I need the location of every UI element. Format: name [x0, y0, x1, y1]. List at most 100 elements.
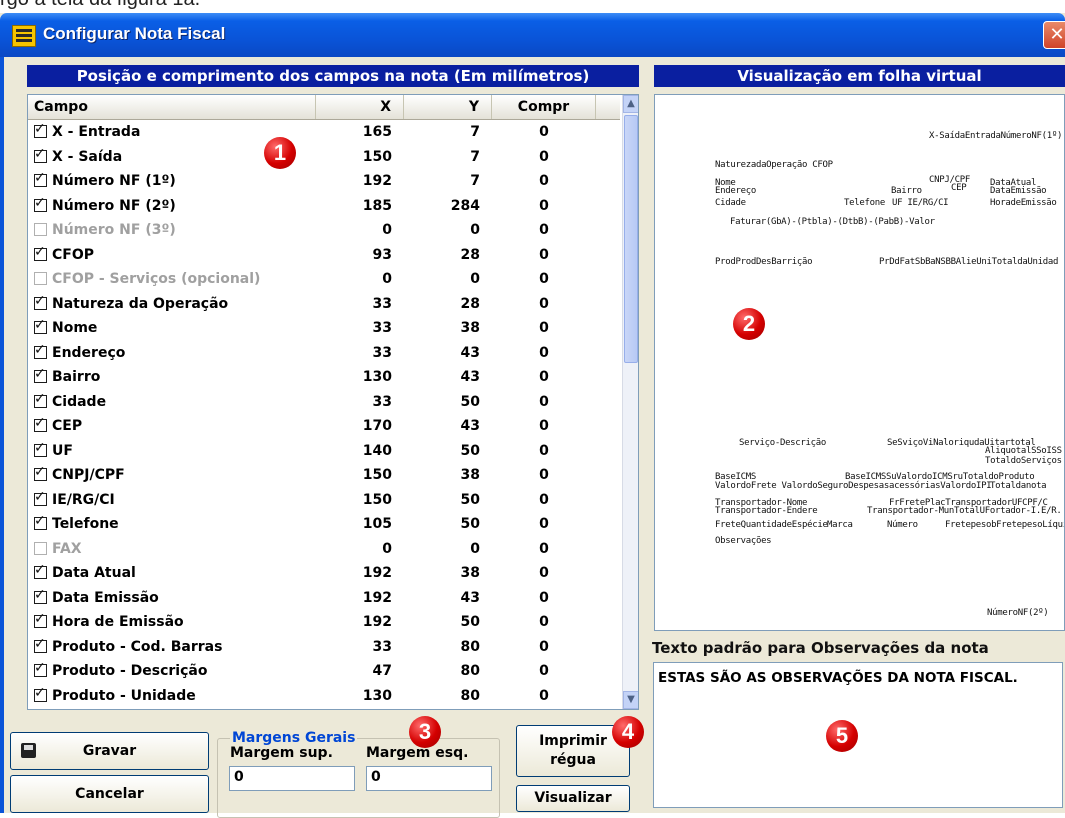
- row-x[interactable]: 150: [316, 488, 392, 512]
- row-compr[interactable]: 0: [492, 145, 596, 169]
- row-y[interactable]: 0: [404, 267, 480, 291]
- row-x[interactable]: 130: [316, 365, 392, 389]
- row-checkbox[interactable]: [34, 293, 47, 310]
- row-compr[interactable]: 0: [492, 414, 596, 438]
- table-row[interactable]: CFOP 93 28 0: [28, 243, 620, 267]
- row-y[interactable]: 43: [404, 365, 480, 389]
- margem-esq-input[interactable]: 0: [366, 766, 492, 791]
- row-x[interactable]: 192: [316, 610, 392, 634]
- row-compr[interactable]: 0: [492, 635, 596, 659]
- col-header-x[interactable]: X: [316, 95, 404, 119]
- row-checkbox[interactable]: [34, 636, 47, 653]
- row-checkbox[interactable]: [34, 541, 47, 555]
- row-x[interactable]: 192: [316, 561, 392, 585]
- row-x[interactable]: 33: [316, 341, 392, 365]
- row-checkbox[interactable]: [34, 513, 47, 530]
- cancelar-button[interactable]: Cancelar: [10, 775, 209, 813]
- row-compr[interactable]: 0: [492, 586, 596, 610]
- scroll-up-arrow-icon[interactable]: ▲: [623, 95, 638, 113]
- row-y[interactable]: 50: [404, 610, 480, 634]
- fields-grid[interactable]: Campo X Y Compr X - Entrada16570X - Saíd…: [27, 94, 639, 710]
- row-checkbox[interactable]: [34, 562, 47, 579]
- observacoes-textarea[interactable]: ESTAS SÃO AS OBSERVAÇÕES DA NOTA FISCAL.: [653, 662, 1063, 808]
- row-y[interactable]: 43: [404, 414, 480, 438]
- row-checkbox[interactable]: [34, 587, 47, 604]
- row-x[interactable]: 130: [316, 684, 392, 708]
- row-checkbox[interactable]: [34, 146, 47, 163]
- row-compr[interactable]: 0: [492, 365, 596, 389]
- row-checkbox[interactable]: [34, 685, 47, 702]
- row-x[interactable]: 0: [316, 537, 392, 561]
- table-row[interactable]: Bairro 130 43 0: [28, 365, 620, 389]
- row-checkbox[interactable]: [34, 223, 47, 236]
- table-row[interactable]: Número NF (3º) 0 0 0: [28, 218, 620, 242]
- row-y[interactable]: 28: [404, 292, 480, 316]
- row-x[interactable]: 0: [316, 267, 392, 291]
- row-compr[interactable]: 0: [492, 439, 596, 463]
- table-row[interactable]: Hora de Emissão 192 50 0: [28, 610, 620, 634]
- row-x[interactable]: 47: [316, 659, 392, 683]
- table-row[interactable]: Nome 33 38 0: [28, 316, 620, 340]
- table-row[interactable]: Número NF (2º) 185 284 0: [28, 194, 620, 218]
- row-x[interactable]: 33: [316, 390, 392, 414]
- scroll-down-arrow-icon[interactable]: ▼: [623, 691, 638, 709]
- row-compr[interactable]: 0: [492, 561, 596, 585]
- row-y[interactable]: 0: [404, 537, 480, 561]
- table-row[interactable]: UF 140 50 0: [28, 439, 620, 463]
- gravar-button[interactable]: Gravar: [10, 732, 209, 770]
- row-y[interactable]: 7: [404, 169, 480, 193]
- row-compr[interactable]: 0: [492, 610, 596, 634]
- table-row[interactable]: Endereço 33 43 0: [28, 341, 620, 365]
- table-row[interactable]: CNPJ/CPF 150 38 0: [28, 463, 620, 487]
- row-checkbox[interactable]: [34, 317, 47, 334]
- row-compr[interactable]: 0: [492, 194, 596, 218]
- row-y[interactable]: 38: [404, 316, 480, 340]
- row-checkbox[interactable]: [34, 611, 47, 628]
- row-compr[interactable]: 0: [492, 341, 596, 365]
- table-row[interactable]: CEP 170 43 0: [28, 414, 620, 438]
- table-row[interactable]: Data Emissão 192 43 0: [28, 586, 620, 610]
- row-checkbox[interactable]: [34, 195, 47, 212]
- grid-scrollbar[interactable]: ▲ ▼: [622, 95, 638, 709]
- row-compr[interactable]: 0: [492, 169, 596, 193]
- row-y[interactable]: 50: [404, 512, 480, 536]
- row-x[interactable]: 185: [316, 194, 392, 218]
- row-y[interactable]: 7: [404, 145, 480, 169]
- row-checkbox[interactable]: [34, 464, 47, 481]
- row-y[interactable]: 80: [404, 684, 480, 708]
- table-row[interactable]: Número NF (1º) 192 70: [28, 169, 620, 193]
- row-y[interactable]: 80: [404, 659, 480, 683]
- table-row[interactable]: CFOP - Serviços (opcional) 0 0 0: [28, 267, 620, 291]
- row-compr[interactable]: 0: [492, 316, 596, 340]
- row-x[interactable]: 140: [316, 439, 392, 463]
- row-compr[interactable]: 0: [492, 512, 596, 536]
- row-checkbox[interactable]: [34, 660, 47, 677]
- table-row[interactable]: IE/RG/CI 150 50 0: [28, 488, 620, 512]
- row-compr[interactable]: 0: [492, 537, 596, 561]
- scroll-thumb[interactable]: [624, 115, 638, 363]
- row-x[interactable]: 170: [316, 414, 392, 438]
- table-row[interactable]: Natureza da Operação 33 28 0: [28, 292, 620, 316]
- table-row[interactable]: Cidade 33 50 0: [28, 390, 620, 414]
- row-y[interactable]: 7: [404, 120, 480, 144]
- col-header-campo[interactable]: Campo: [28, 95, 316, 119]
- row-y[interactable]: 80: [404, 635, 480, 659]
- table-row[interactable]: Produto - Descrição 47 80 0: [28, 659, 620, 683]
- row-y[interactable]: 50: [404, 439, 480, 463]
- col-header-y[interactable]: Y: [404, 95, 492, 119]
- row-compr[interactable]: 0: [492, 390, 596, 414]
- row-y[interactable]: 38: [404, 463, 480, 487]
- row-y[interactable]: 0: [404, 218, 480, 242]
- row-x[interactable]: 33: [316, 316, 392, 340]
- table-row[interactable]: Produto - Unidade 130 80 0: [28, 684, 620, 708]
- row-x[interactable]: 150: [316, 145, 392, 169]
- table-row[interactable]: Produto - Cod. Barras 33 80 0: [28, 635, 620, 659]
- row-checkbox[interactable]: [34, 366, 47, 383]
- row-checkbox[interactable]: [34, 342, 47, 359]
- row-compr[interactable]: 0: [492, 463, 596, 487]
- row-compr[interactable]: 0: [492, 267, 596, 291]
- row-x[interactable]: 33: [316, 635, 392, 659]
- row-compr[interactable]: 0: [492, 684, 596, 708]
- close-button[interactable]: ✕: [1043, 21, 1065, 49]
- row-compr[interactable]: 0: [492, 120, 596, 144]
